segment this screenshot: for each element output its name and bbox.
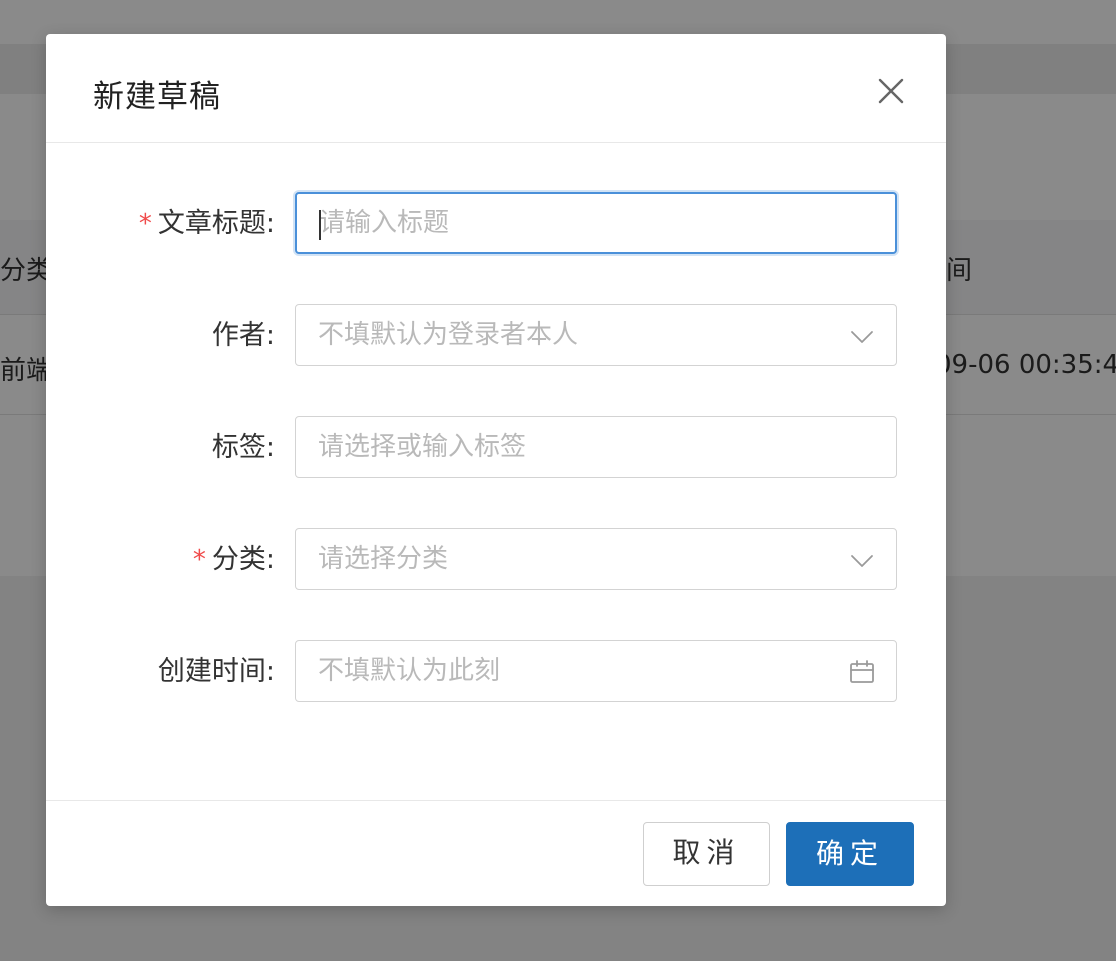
title-input[interactable] — [319, 194, 839, 252]
new-draft-dialog: 新建草稿 *文章标题: 作者: 标签: *分类: — [46, 34, 946, 906]
form-row-created-time: 创建时间: — [46, 640, 946, 704]
category-label: * 分类: — [192, 544, 275, 575]
tags-input[interactable] — [318, 417, 838, 477]
created-time-input[interactable] — [318, 641, 838, 701]
dialog-title: 新建草稿 — [93, 79, 221, 115]
title-label: * 文章标题: — [138, 208, 275, 239]
required-asterisk: * — [192, 545, 206, 575]
calendar-icon[interactable] — [848, 658, 876, 686]
cancel-button[interactable]: 取消 — [643, 822, 770, 886]
form-row-author: 作者: — [46, 304, 946, 368]
text-caret — [319, 210, 321, 240]
form-row-title: * 文章标题: — [46, 192, 946, 256]
form-row-tags: 标签: — [46, 416, 946, 480]
chevron-down-icon — [851, 555, 873, 567]
chevron-down-icon — [851, 331, 873, 343]
author-input[interactable] — [318, 305, 838, 365]
category-input[interactable] — [318, 529, 838, 589]
author-label: 作者: — [211, 320, 275, 351]
close-icon — [878, 78, 904, 104]
confirm-button[interactable]: 确定 — [786, 822, 914, 886]
form-row-category: * 分类: — [46, 528, 946, 592]
tags-select[interactable] — [295, 416, 897, 478]
close-button[interactable] — [874, 74, 908, 108]
created-time-label: 创建时间: — [157, 656, 275, 687]
tags-label: 标签: — [211, 432, 275, 463]
dialog-footer: 取消 确定 — [46, 800, 946, 906]
title-input-wrapper — [295, 192, 897, 254]
created-time-picker[interactable] — [295, 640, 897, 702]
category-select[interactable] — [295, 528, 897, 590]
dialog-header: 新建草稿 — [46, 34, 946, 143]
required-asterisk: * — [138, 209, 152, 239]
author-select[interactable] — [295, 304, 897, 366]
